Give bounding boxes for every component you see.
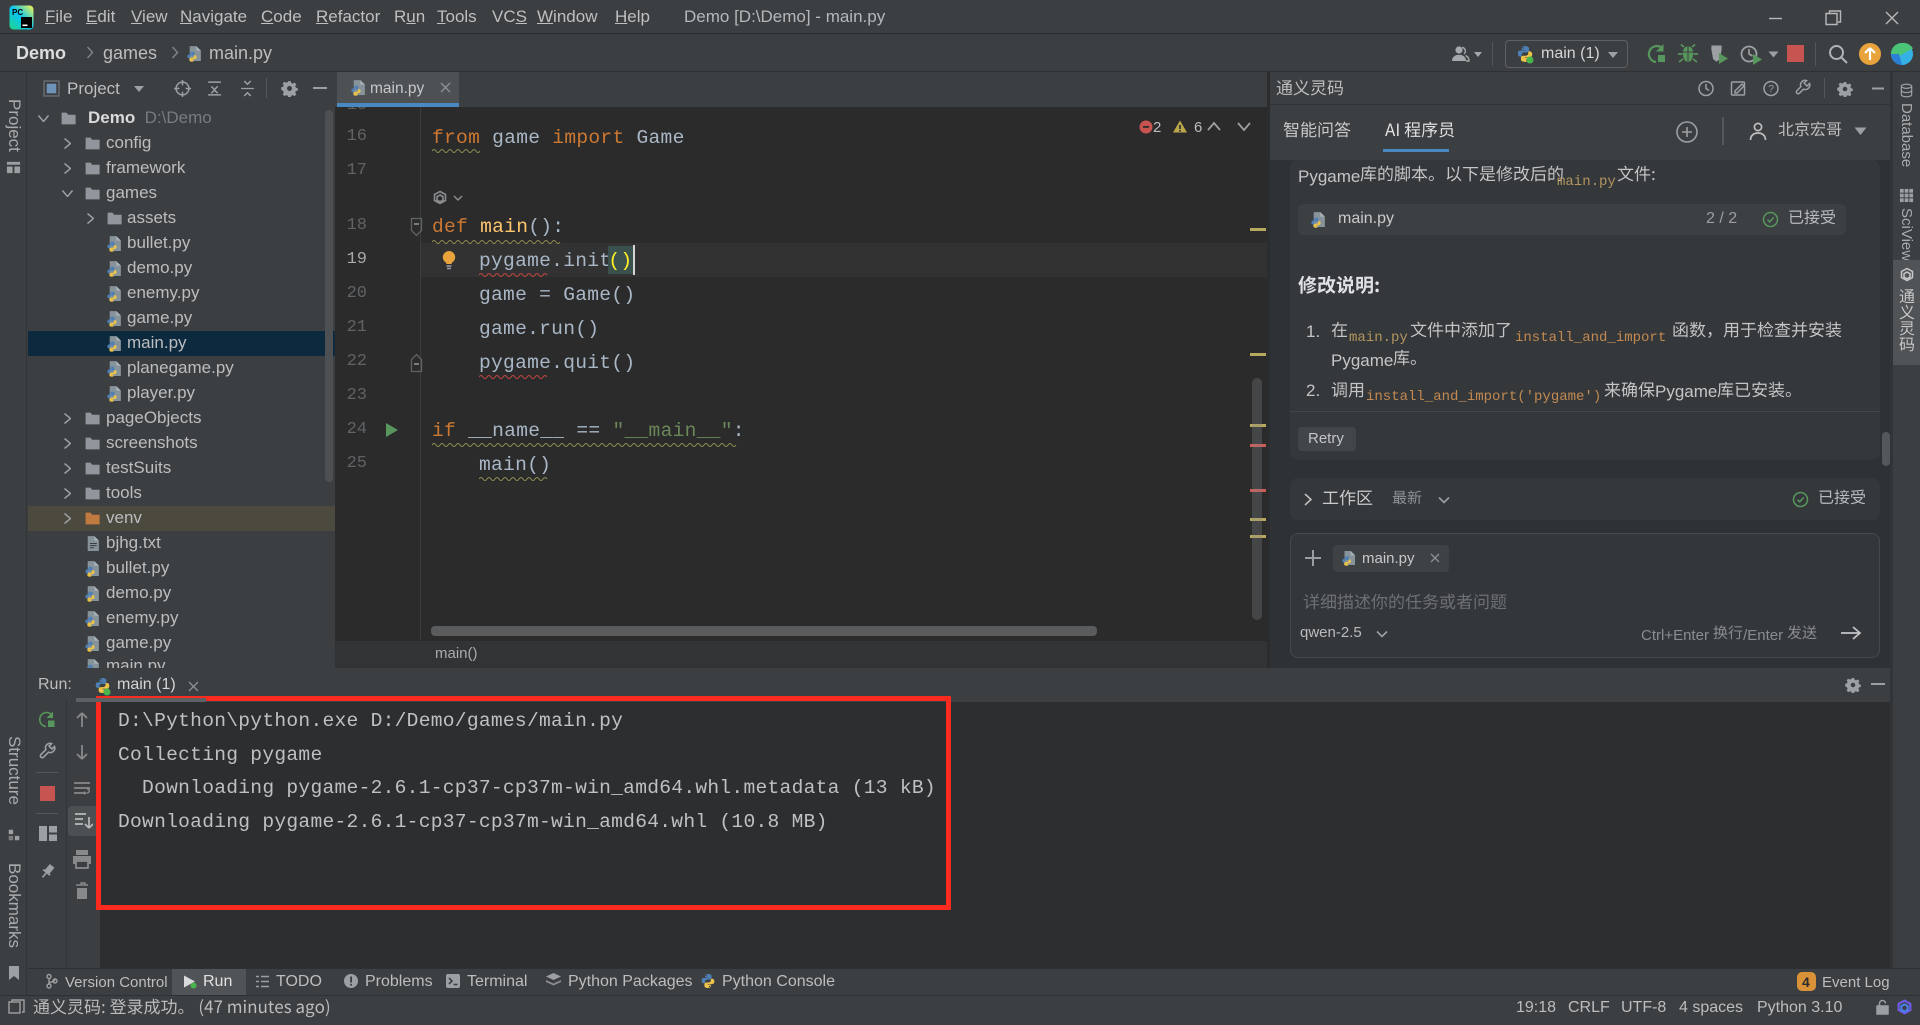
svg-text:?: ? [1768,83,1774,95]
svg-text:PC: PC [12,8,23,17]
